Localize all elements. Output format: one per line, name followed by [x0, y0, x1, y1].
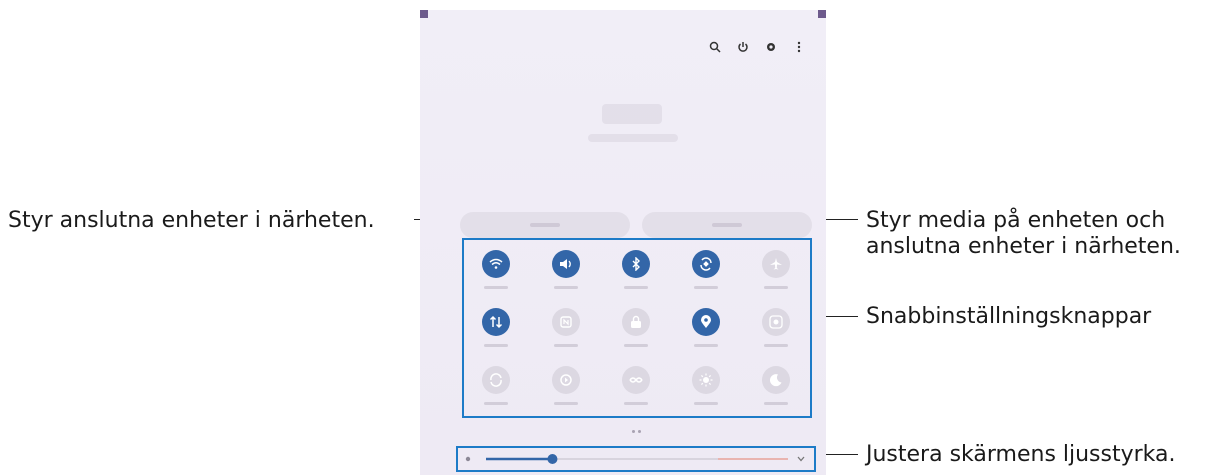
- screen-record-icon: [769, 315, 783, 329]
- tile-label: [694, 286, 718, 289]
- auto-rotate-tile[interactable]: [692, 250, 720, 278]
- share-icon: [629, 377, 643, 383]
- tile-label: [624, 344, 648, 347]
- bluetooth-tile[interactable]: [622, 250, 650, 278]
- data-transfer-icon: [489, 315, 503, 329]
- airplane-icon: [770, 258, 782, 270]
- mobile-data-tile[interactable]: [482, 308, 510, 336]
- wifi-icon: [489, 258, 503, 269]
- panel-corner-left: [420, 10, 428, 18]
- annotation-brightness: Justera skärmens ljusstyrka.: [866, 442, 1176, 467]
- airplane-mode-tile[interactable]: [762, 250, 790, 278]
- devices-button[interactable]: [460, 212, 630, 238]
- brightness-bar: [456, 446, 816, 472]
- top-icon-bar: [708, 40, 806, 54]
- tile-label: [484, 402, 508, 405]
- dark-mode-tile[interactable]: [762, 366, 790, 394]
- date-display: [588, 134, 678, 142]
- moon-icon: [769, 374, 782, 387]
- clock-display: [602, 104, 662, 124]
- tile-label: [484, 344, 508, 347]
- tile-label: [764, 286, 788, 289]
- tile-label: [554, 286, 578, 289]
- tile-label: [764, 344, 788, 347]
- location-pin-icon: [701, 315, 711, 328]
- refresh-icon: [560, 374, 572, 386]
- quick-settings-grid: [462, 238, 812, 418]
- media-output-button[interactable]: [642, 212, 812, 238]
- annotation-media-line1: Styr media på enheten och: [866, 208, 1166, 233]
- tile-label: [764, 402, 788, 405]
- bluetooth-icon: [632, 257, 640, 271]
- panel-corner-right: [818, 10, 826, 18]
- tile-label: [624, 286, 648, 289]
- tile-label: [624, 402, 648, 405]
- nfc-icon: [560, 316, 572, 328]
- annotation-quick-settings: Snabbinställningsknappar: [866, 304, 1152, 329]
- screen-recorder-tile[interactable]: [762, 308, 790, 336]
- tile-label: [694, 402, 718, 405]
- tile-label: [554, 402, 578, 405]
- nfc-tile[interactable]: [552, 308, 580, 336]
- power-saving-icon: [490, 373, 502, 387]
- nearby-share-tile[interactable]: [622, 366, 650, 394]
- sun-icon: [699, 373, 713, 387]
- chevron-down-icon: [797, 456, 805, 462]
- search-icon[interactable]: [708, 40, 722, 54]
- annotation-media-line2: anslutna enheter i närheten.: [866, 234, 1181, 259]
- annotation-nearby-devices: Styr anslutna enheter i närheten.: [8, 208, 375, 233]
- lock-icon: [631, 315, 641, 328]
- brightness-thumb: [547, 454, 558, 464]
- device-care-tile[interactable]: [552, 366, 580, 394]
- brightness-slider[interactable]: [458, 448, 814, 470]
- power-icon[interactable]: [736, 40, 750, 54]
- eye-comfort-tile[interactable]: [692, 366, 720, 394]
- rotate-icon: [700, 257, 712, 271]
- brightness-low-icon: [465, 456, 471, 462]
- volume-icon: [560, 259, 571, 269]
- power-saving-tile[interactable]: [482, 366, 510, 394]
- wifi-tile[interactable]: [482, 250, 510, 278]
- settings-icon[interactable]: [764, 40, 778, 54]
- quick-panel-screenshot: [420, 10, 826, 475]
- tile-label: [694, 344, 718, 347]
- tile-label: [484, 286, 508, 289]
- sound-tile[interactable]: [552, 250, 580, 278]
- more-options-icon[interactable]: [792, 40, 806, 54]
- location-tile[interactable]: [692, 308, 720, 336]
- secure-folder-tile[interactable]: [622, 308, 650, 336]
- page-indicator: [632, 430, 641, 433]
- tile-label: [554, 344, 578, 347]
